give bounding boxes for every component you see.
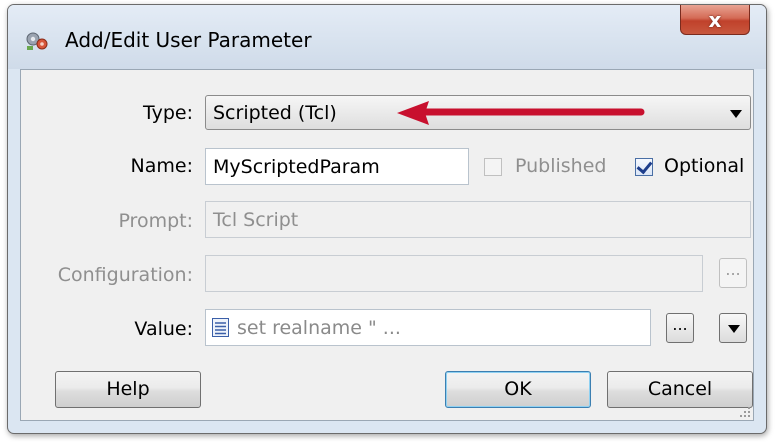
annotation-arrow-icon (397, 101, 645, 125)
script-icon (212, 318, 229, 337)
published-label: Published (515, 155, 607, 177)
value-input[interactable]: set realname " ... (205, 309, 651, 346)
optional-checkbox[interactable] (635, 158, 653, 176)
ok-button[interactable]: OK (445, 371, 591, 408)
dialog-title: Add/Edit User Parameter (65, 28, 312, 52)
dropdown-arrow-icon (730, 110, 742, 118)
configuration-input[interactable] (205, 255, 703, 292)
app-icon (26, 32, 48, 50)
close-icon: x (708, 7, 722, 32)
add-edit-user-parameter-dialog: Add/Edit User Parameter x Type: Scripted… (7, 4, 767, 434)
dropdown-arrow-icon (728, 325, 740, 333)
prompt-label: Prompt: (118, 210, 193, 232)
type-dropdown-value: Scripted (Tcl) (213, 102, 337, 124)
type-label: Type: (142, 102, 193, 124)
optional-label: Optional (664, 155, 745, 177)
title-bar[interactable]: Add/Edit User Parameter x (8, 5, 766, 69)
help-button[interactable]: Help (55, 371, 201, 408)
close-button[interactable]: x (680, 5, 750, 35)
dialog-body: Type: Scripted (Tcl) Name: MyScriptedPar… (20, 69, 754, 421)
cancel-button[interactable]: Cancel (607, 371, 753, 408)
value-label: Value: (134, 318, 193, 340)
configuration-browse-button[interactable]: ... (719, 258, 747, 288)
configuration-label: Configuration: (57, 264, 193, 286)
published-checkbox[interactable] (484, 158, 502, 176)
resize-grip-icon[interactable] (739, 406, 751, 418)
name-input-value: MyScriptedParam (213, 156, 380, 178)
name-input[interactable]: MyScriptedParam (205, 148, 469, 185)
name-label: Name: (130, 155, 193, 177)
value-menu-button[interactable] (719, 313, 747, 343)
prompt-input[interactable]: Tcl Script (205, 201, 751, 238)
prompt-input-value: Tcl Script (213, 209, 299, 231)
value-input-text: set realname " ... (237, 317, 401, 339)
value-browse-button[interactable]: ... (666, 313, 694, 343)
